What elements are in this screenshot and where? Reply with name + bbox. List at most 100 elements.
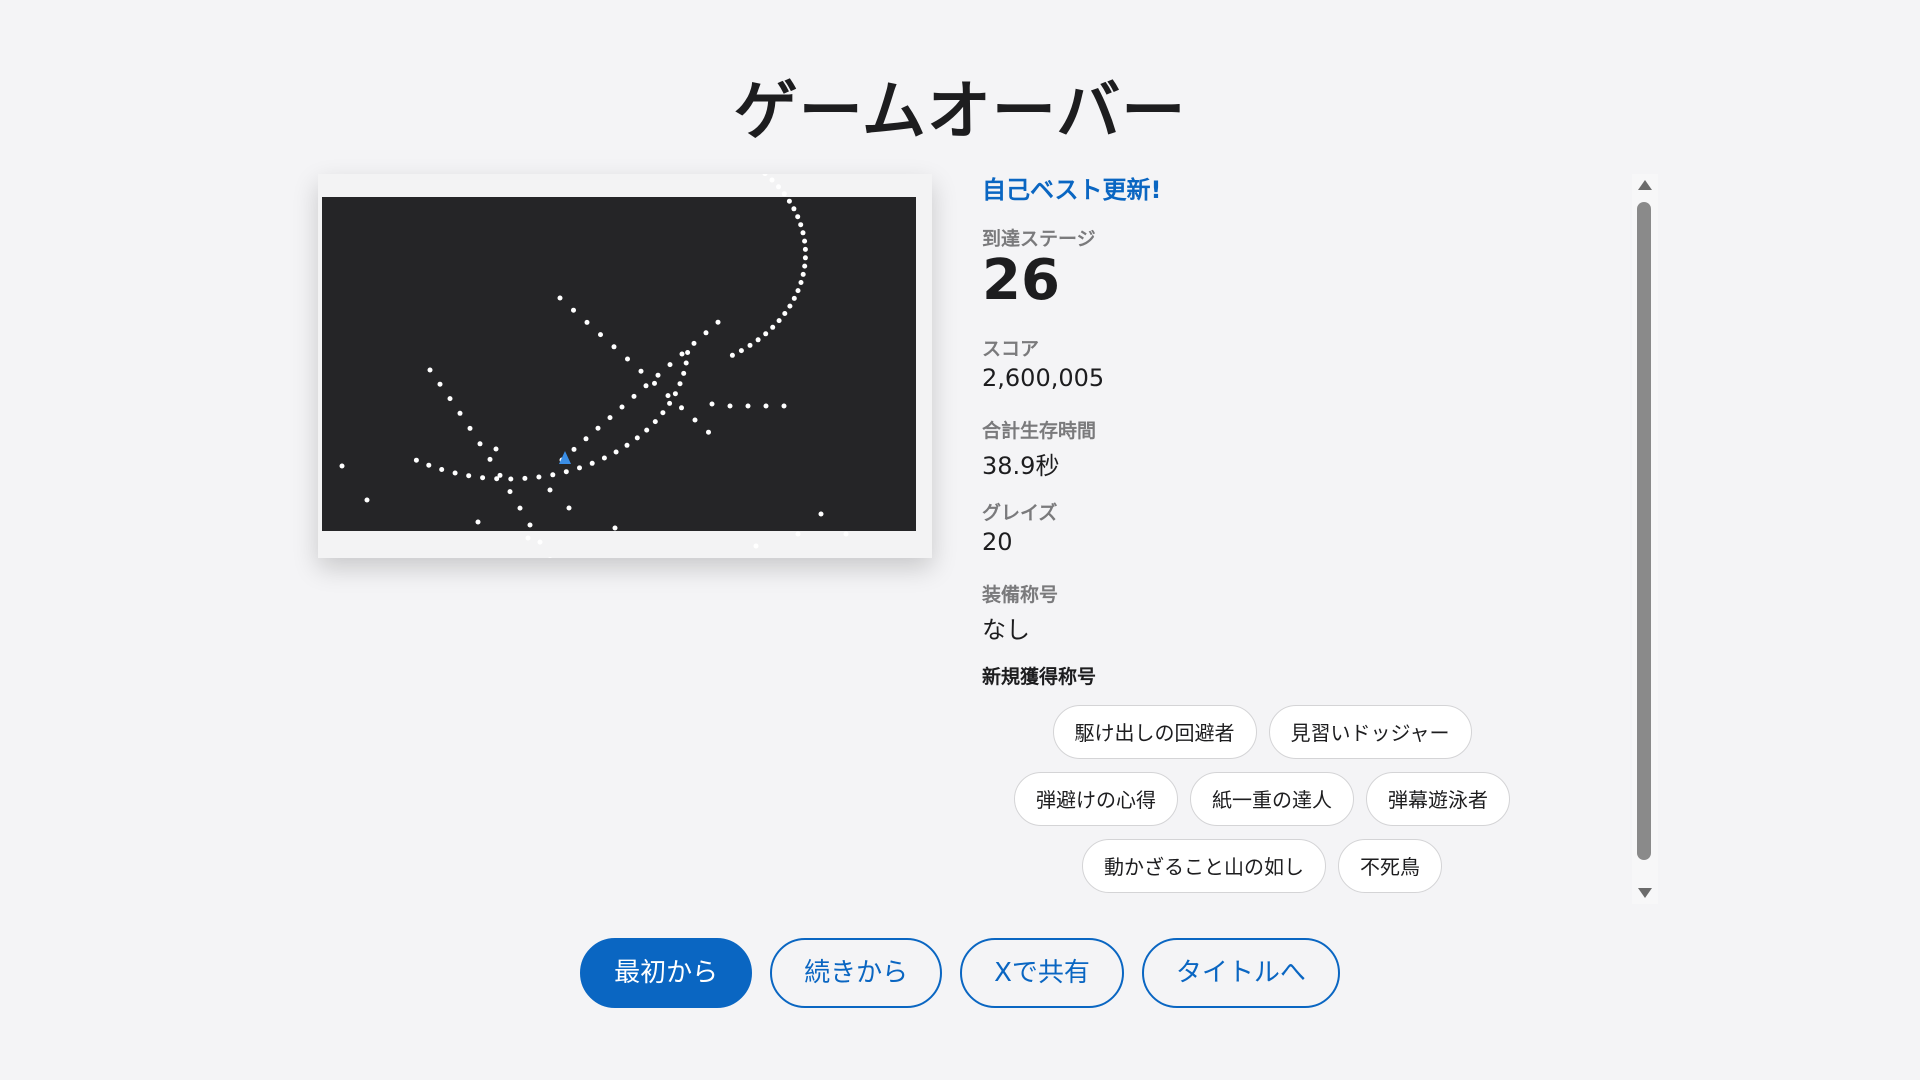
bullet [607, 415, 613, 421]
survival-time-value: 38.9秒 [982, 452, 1060, 480]
bullet [589, 460, 595, 466]
bullet [644, 427, 650, 433]
bullet [527, 522, 533, 528]
bullet [660, 410, 666, 416]
bullet [843, 531, 849, 537]
bullet [781, 403, 787, 409]
bullet [818, 511, 824, 517]
graze-label: グレイズ [982, 502, 1058, 524]
page-title: ゲームオーバー [733, 75, 1187, 149]
bullet [683, 360, 689, 366]
title-chip[interactable]: 駆け出しの回避者 [1052, 705, 1257, 759]
triangle-up-icon[interactable] [1638, 180, 1652, 190]
bullet [550, 472, 556, 478]
bullet [493, 446, 499, 452]
bullet [776, 318, 782, 324]
bullet [611, 344, 617, 350]
bullet [547, 487, 553, 493]
back-to-title-button[interactable]: タイトルへ [1141, 938, 1340, 1008]
bullet [709, 401, 715, 407]
bullet [508, 476, 514, 482]
bullet [665, 393, 671, 399]
bullet [800, 230, 806, 236]
bullet [563, 469, 569, 475]
bullet [437, 381, 443, 387]
bullet [571, 307, 576, 313]
bullet [652, 380, 657, 386]
bullet [762, 174, 768, 177]
bullet [339, 463, 345, 469]
bullet [525, 535, 531, 541]
bullet [729, 352, 735, 358]
bullet [727, 403, 733, 409]
title-chip[interactable]: 見習いドッジャー [1268, 705, 1472, 759]
title-chip[interactable]: 不死鳥 [1338, 839, 1442, 893]
graze-value: 20 [982, 528, 1013, 556]
new-titles-list: 駆け出しの回避者 見習いドッジャー 弾避けの心得 紙一重の達人 弾幕遊泳者 動か… [982, 705, 1542, 893]
bullet [667, 400, 673, 406]
bullet [619, 404, 625, 410]
bullet [755, 337, 761, 343]
player-ship-icon [559, 451, 571, 464]
triangle-down-icon[interactable] [1638, 888, 1652, 898]
best-record-banner: 自己ベスト更新! [982, 176, 1162, 204]
bullet [413, 457, 419, 463]
equipped-title-label: 装備称号 [982, 584, 1059, 606]
bullet [691, 340, 697, 346]
bullet [583, 436, 589, 442]
scrollbar-thumb[interactable] [1637, 202, 1651, 860]
bullet [537, 539, 543, 545]
share-x-button[interactable]: Xで共有 [960, 938, 1124, 1008]
bullet [426, 462, 432, 468]
bullet [802, 238, 808, 244]
bullet [517, 505, 523, 511]
bullet [672, 391, 678, 397]
stage-value: 26 [982, 248, 1060, 313]
bullet [652, 419, 658, 425]
bullet [787, 303, 793, 309]
bullet [487, 456, 493, 462]
bullet [507, 489, 513, 495]
equipped-title-value: なし [982, 616, 1030, 644]
bullet [571, 446, 577, 452]
bullet [548, 557, 552, 558]
bullet [598, 332, 603, 338]
stage-label: 到達ステージ [982, 228, 1096, 250]
bullet [447, 396, 453, 402]
title-chip[interactable]: 弾幕遊泳者 [1366, 772, 1510, 826]
bullet [753, 543, 759, 549]
game-screenshot [318, 174, 932, 558]
bullet [763, 403, 769, 409]
bullet [643, 383, 649, 389]
bullet [791, 295, 797, 301]
survival-time-label: 合計生存時間 [982, 420, 1097, 442]
bullet [638, 368, 644, 374]
title-chip[interactable]: 動かざること山の如し [1082, 839, 1326, 893]
bullet [497, 472, 503, 478]
bullet [795, 214, 801, 220]
new-titles-label: 新規獲得称号 [982, 666, 1097, 688]
bullet [677, 381, 683, 387]
bullet [706, 429, 711, 435]
bullet [634, 435, 640, 441]
bullet-pattern [339, 174, 849, 558]
title-chip[interactable]: 紙一重の達人 [1190, 772, 1354, 826]
bullet [798, 280, 804, 285]
bullet [467, 425, 473, 431]
bullet [475, 519, 481, 525]
bullet [800, 271, 806, 277]
restart-button[interactable]: 最初から [580, 938, 753, 1008]
result-scrollbar[interactable] [1632, 174, 1658, 904]
bullet [738, 348, 744, 354]
bullet [557, 295, 563, 301]
score-label: スコア [982, 338, 1040, 360]
bullet [681, 370, 687, 376]
bullet [613, 449, 619, 455]
title-chip[interactable]: 弾避けの心得 [1014, 772, 1178, 826]
bullet [791, 206, 797, 212]
bullet [745, 403, 751, 409]
bullet [364, 497, 370, 503]
continue-button[interactable]: 続きから [770, 938, 943, 1008]
bullet [439, 467, 445, 472]
bullet [667, 362, 673, 368]
